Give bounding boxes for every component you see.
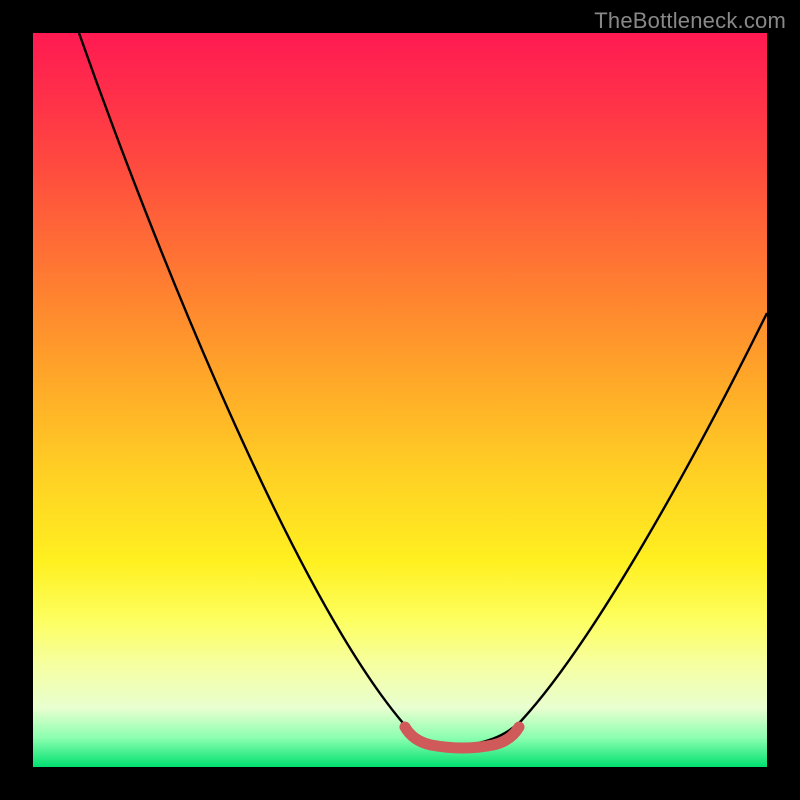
watermark-text: TheBottleneck.com [594,8,786,34]
curve-highlight [405,727,519,748]
curve-main [79,33,767,745]
bottleneck-curve [33,33,767,767]
chart-frame: TheBottleneck.com [0,0,800,800]
plot-area [33,33,767,767]
